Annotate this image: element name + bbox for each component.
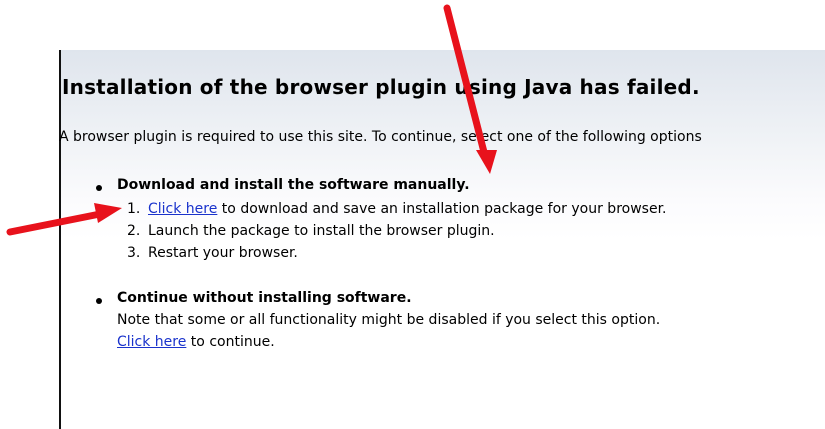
screenshot-root: Installation of the browser plugin using… [0, 0, 825, 429]
arrow-annotation-icon [6, 203, 122, 236]
annotation-arrows [6, 4, 497, 236]
arrow-annotation-icon [443, 4, 497, 174]
